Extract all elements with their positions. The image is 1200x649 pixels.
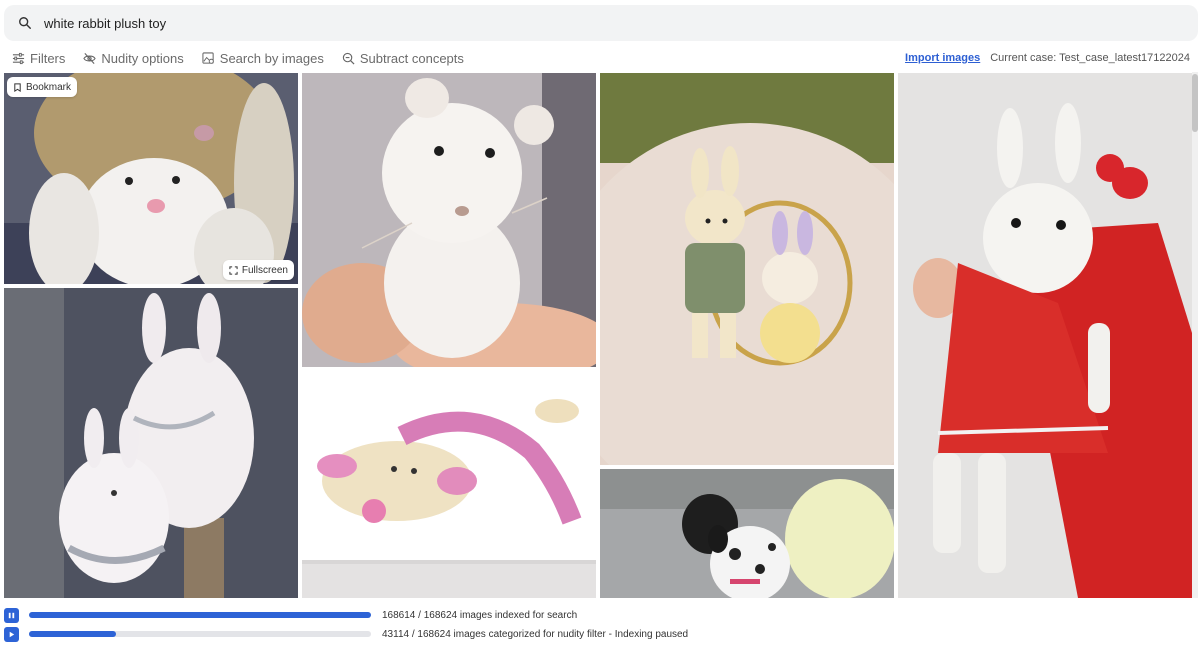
- result-image: [4, 73, 298, 284]
- fullscreen-icon: [229, 265, 238, 275]
- result-image: [302, 560, 596, 598]
- toolbar-right: Import images Current case: Test_case_la…: [905, 52, 1190, 64]
- search-icon: [19, 17, 31, 29]
- scrollbar[interactable]: [1192, 72, 1198, 598]
- result-image: [4, 288, 298, 598]
- search-input[interactable]: [44, 15, 944, 31]
- scrollbar-thumb[interactable]: [1192, 74, 1198, 132]
- image-tile[interactable]: [302, 73, 596, 367]
- search-by-images-button[interactable]: Search by images: [202, 51, 324, 66]
- pause-indexing-button[interactable]: [4, 607, 19, 623]
- subtract-concepts-button[interactable]: Subtract concepts: [342, 51, 464, 66]
- fullscreen-label: Fullscreen: [241, 264, 288, 276]
- import-images-link[interactable]: Import images: [905, 52, 980, 64]
- image-tile[interactable]: [4, 288, 298, 598]
- nudity-options-button[interactable]: Nudity options: [83, 50, 184, 66]
- sliders-icon: [12, 52, 25, 64]
- image-tile[interactable]: Bookmark Fullscreen: [4, 73, 298, 284]
- fullscreen-button[interactable]: Fullscreen: [222, 260, 294, 280]
- search-index-text: 168614 / 168624 images indexed for searc…: [382, 609, 578, 621]
- result-image: [898, 73, 1192, 598]
- play-icon: [9, 631, 15, 637]
- image-tile[interactable]: [302, 560, 596, 598]
- image-tile[interactable]: [898, 73, 1192, 598]
- search-index-status: 168614 / 168624 images indexed for searc…: [4, 607, 1194, 623]
- current-case-label: Current case: Test_case_latest17122024: [990, 52, 1190, 64]
- result-image: [600, 73, 894, 465]
- search-bar[interactable]: [4, 5, 1198, 41]
- image-search-icon: [202, 51, 214, 64]
- filters-button[interactable]: Filters: [12, 51, 65, 66]
- image-tile[interactable]: [302, 371, 596, 556]
- resume-indexing-button[interactable]: [4, 626, 19, 642]
- image-tile[interactable]: [600, 73, 894, 465]
- image-tile[interactable]: [600, 469, 894, 598]
- result-image: [600, 469, 894, 598]
- image-gallery: Bookmark Fullscreen: [0, 0, 1200, 649]
- pause-icon: [8, 612, 15, 618]
- result-image: [302, 371, 596, 556]
- bookmark-label: Bookmark: [26, 81, 72, 93]
- nudity-index-progress-fill: [29, 631, 117, 637]
- nudity-index-progress: [29, 631, 371, 637]
- nudity-index-status: 43114 / 168624 images categorized for nu…: [4, 626, 1194, 642]
- search-index-progress-fill: [29, 612, 371, 618]
- nudity-options-label: Nudity options: [101, 50, 184, 66]
- search-by-images-label: Search by images: [219, 50, 324, 66]
- zoom-out-icon: [342, 52, 355, 64]
- toolbar: Filters Nudity options Search by images …: [12, 48, 1190, 68]
- result-image: [302, 73, 596, 367]
- bookmark-button[interactable]: Bookmark: [7, 77, 78, 97]
- nudity-index-text: 43114 / 168624 images categorized for nu…: [382, 628, 689, 640]
- filters-label: Filters: [30, 50, 66, 66]
- search-index-progress: [29, 612, 371, 618]
- bookmark-icon: [14, 82, 21, 92]
- subtract-concepts-label: Subtract concepts: [359, 50, 464, 66]
- eye-off-icon: [83, 52, 97, 64]
